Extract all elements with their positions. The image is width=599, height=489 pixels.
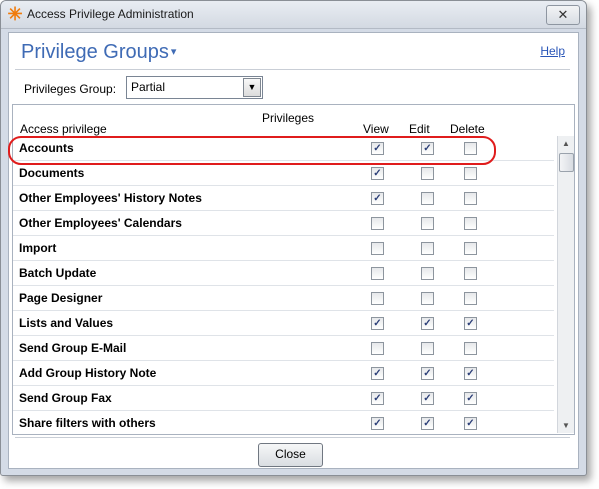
delete-checkbox[interactable] [464, 192, 477, 205]
scroll-down-icon[interactable]: ▼ [558, 418, 574, 433]
view-checkbox[interactable] [371, 292, 384, 305]
edit-column-header: Edit [409, 122, 430, 136]
edit-checkbox[interactable] [421, 342, 434, 355]
view-checkbox[interactable]: ✓ [371, 392, 384, 405]
privileges-group-value: Partial [131, 80, 166, 94]
privileges-group-select[interactable]: Partial ▼ [126, 76, 263, 99]
view-column-header: View [363, 122, 389, 136]
delete-checkbox[interactable] [464, 217, 477, 230]
edit-checkbox[interactable] [421, 192, 434, 205]
privilege-name: Share filters with others [19, 416, 156, 430]
table-row: Import [13, 236, 554, 261]
delete-checkbox[interactable]: ✓ [464, 317, 477, 330]
view-checkbox[interactable] [371, 267, 384, 280]
view-checkbox[interactable] [371, 217, 384, 230]
window-close-button[interactable]: ✕ [546, 5, 580, 25]
table-row: Add Group History Note ✓ ✓ ✓ [13, 361, 554, 386]
table-row: Other Employees' History Notes ✓ [13, 186, 554, 211]
dropdown-arrow-icon[interactable]: ▼ [243, 78, 261, 97]
page-title-text: Privilege Groups [21, 41, 169, 63]
privilege-name: Send Group E-Mail [19, 341, 127, 355]
table-row: Other Employees' Calendars [13, 211, 554, 236]
scroll-up-icon[interactable]: ▲ [558, 136, 574, 151]
edit-checkbox[interactable] [421, 242, 434, 255]
highlight-annotation [8, 136, 496, 165]
access-privilege-header: Access privilege [20, 122, 107, 136]
privilege-name: Page Designer [19, 291, 103, 305]
view-checkbox[interactable] [371, 242, 384, 255]
title-bar[interactable]: ✳ Access Privilege Administration ✕ [1, 1, 586, 29]
privilege-name: Documents [19, 166, 85, 180]
table-row: Page Designer [13, 286, 554, 311]
help-link[interactable]: Help [540, 44, 565, 58]
edit-checkbox[interactable]: ✓ [421, 317, 434, 330]
privilege-name: Other Employees' Calendars [19, 216, 182, 230]
delete-checkbox[interactable] [464, 292, 477, 305]
privileges-group-label: Privileges Group: [24, 82, 117, 96]
view-checkbox[interactable] [371, 342, 384, 355]
dialog-body: Privilege Groups ▾ Help Privileges Group:… [8, 32, 579, 469]
table-row: Batch Update [13, 261, 554, 286]
vertical-scrollbar[interactable]: ▲ ▼ [557, 136, 574, 433]
edit-checkbox[interactable]: ✓ [421, 367, 434, 380]
delete-checkbox[interactable]: ✓ [464, 417, 477, 430]
delete-checkbox[interactable] [464, 267, 477, 280]
delete-checkbox[interactable] [464, 342, 477, 355]
privilege-name: Lists and Values [19, 316, 114, 330]
privileges-header: Privileges [262, 111, 315, 125]
edit-checkbox[interactable] [421, 167, 434, 180]
delete-checkbox[interactable] [464, 242, 477, 255]
edit-checkbox[interactable]: ✓ [421, 417, 434, 430]
privilege-name: Other Employees' History Notes [19, 191, 202, 205]
privilege-rows: Accounts ✓ ✓ Documents ✓ Other Employees… [13, 136, 554, 434]
edit-checkbox[interactable] [421, 292, 434, 305]
table-row: Send Group E-Mail [13, 336, 554, 361]
privilege-name: Import [19, 241, 57, 255]
privilege-name: Add Group History Note [19, 366, 157, 380]
privilege-name: Batch Update [19, 266, 97, 280]
delete-column-header: Delete [450, 122, 485, 136]
asterisk-icon: ✳ [7, 4, 23, 24]
view-checkbox[interactable]: ✓ [371, 317, 384, 330]
privilege-name: Send Group Fax [19, 391, 112, 405]
page-title[interactable]: Privilege Groups ▾ [21, 41, 176, 64]
delete-checkbox[interactable] [464, 167, 477, 180]
scroll-thumb[interactable] [559, 153, 574, 172]
delete-checkbox[interactable]: ✓ [464, 392, 477, 405]
close-button[interactable]: Close [258, 443, 323, 467]
view-checkbox[interactable]: ✓ [371, 192, 384, 205]
table-row: Share filters with others ✓ ✓ ✓ [13, 411, 554, 434]
divider [15, 69, 570, 70]
edit-checkbox[interactable] [421, 217, 434, 230]
view-checkbox[interactable]: ✓ [371, 417, 384, 430]
view-checkbox[interactable]: ✓ [371, 167, 384, 180]
edit-checkbox[interactable] [421, 267, 434, 280]
delete-checkbox[interactable]: ✓ [464, 367, 477, 380]
view-checkbox[interactable]: ✓ [371, 367, 384, 380]
dialog-window: ✳ Access Privilege Administration ✕ Priv… [0, 0, 587, 476]
table-row: Lists and Values ✓ ✓ ✓ [13, 311, 554, 336]
window-title: Access Privilege Administration [27, 7, 194, 21]
edit-checkbox[interactable]: ✓ [421, 392, 434, 405]
chevron-down-icon: ▾ [170, 46, 177, 58]
table-row: Send Group Fax ✓ ✓ ✓ [13, 386, 554, 411]
divider [15, 437, 570, 438]
